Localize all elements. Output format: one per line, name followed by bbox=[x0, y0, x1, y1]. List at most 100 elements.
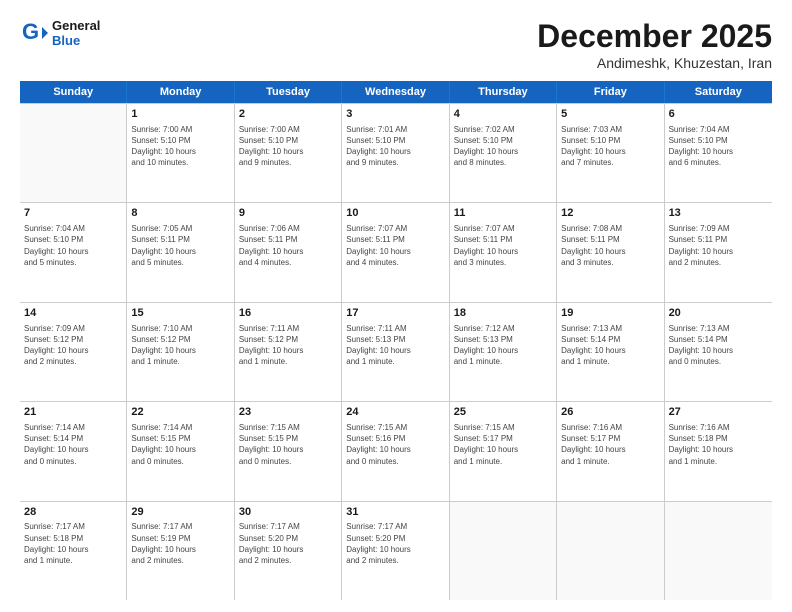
day-number: 22 bbox=[131, 405, 229, 420]
calendar-cell: 3 Sunrise: 7:01 AM Sunset: 5:10 PM Daylig… bbox=[342, 104, 449, 202]
day-info: Sunrise: 7:15 AM Sunset: 5:15 PM Dayligh… bbox=[239, 422, 337, 467]
day-number: 16 bbox=[239, 306, 337, 321]
day-number: 23 bbox=[239, 405, 337, 420]
calendar-cell: 12Sunrise: 7:08 AM Sunset: 5:11 PM Dayli… bbox=[557, 203, 664, 301]
weekday-header-tuesday: Tuesday bbox=[235, 81, 342, 103]
calendar-cell bbox=[665, 502, 772, 600]
title-block: December 2025 Andimeshk, Khuzestan, Iran bbox=[537, 18, 772, 71]
weekday-header-thursday: Thursday bbox=[450, 81, 557, 103]
day-number: 28 bbox=[24, 505, 122, 520]
day-number: 3 bbox=[346, 107, 444, 122]
calendar-row: 1 Sunrise: 7:00 AM Sunset: 5:10 PM Daylig… bbox=[20, 104, 772, 203]
month-title: December 2025 bbox=[537, 18, 772, 55]
calendar-cell: 22 Sunrise: 7:14 AM Sunset: 5:15 PM Dayli… bbox=[127, 402, 234, 500]
calendar-cell: 31Sunrise: 7:17 AM Sunset: 5:20 PM Dayli… bbox=[342, 502, 449, 600]
day-info: Sunrise: 7:09 AM Sunset: 5:12 PM Dayligh… bbox=[24, 323, 122, 368]
weekday-header-monday: Monday bbox=[127, 81, 234, 103]
day-info: Sunrise: 7:11 AM Sunset: 5:12 PM Dayligh… bbox=[239, 323, 337, 368]
day-info: Sunrise: 7:16 AM Sunset: 5:17 PM Dayligh… bbox=[561, 422, 659, 467]
calendar-cell: 20 Sunrise: 7:13 AM Sunset: 5:14 PM Dayli… bbox=[665, 303, 772, 401]
calendar-cell bbox=[450, 502, 557, 600]
calendar-row: 14 Sunrise: 7:09 AM Sunset: 5:12 PM Dayli… bbox=[20, 303, 772, 402]
day-number: 11 bbox=[454, 206, 552, 221]
day-info: Sunrise: 7:05 AM Sunset: 5:11 PM Dayligh… bbox=[131, 223, 229, 268]
calendar-cell: 4Sunrise: 7:02 AM Sunset: 5:10 PM Daylig… bbox=[450, 104, 557, 202]
day-number: 2 bbox=[239, 107, 337, 122]
calendar-cell: 27Sunrise: 7:16 AM Sunset: 5:18 PM Dayli… bbox=[665, 402, 772, 500]
day-number: 30 bbox=[239, 505, 337, 520]
calendar-body: 1 Sunrise: 7:00 AM Sunset: 5:10 PM Daylig… bbox=[20, 103, 772, 600]
day-number: 15 bbox=[131, 306, 229, 321]
day-number: 29 bbox=[131, 505, 229, 520]
day-info: Sunrise: 7:03 AM Sunset: 5:10 PM Dayligh… bbox=[561, 124, 659, 169]
weekday-header-sunday: Sunday bbox=[20, 81, 127, 103]
calendar-cell: 11 Sunrise: 7:07 AM Sunset: 5:11 PM Dayli… bbox=[450, 203, 557, 301]
day-info: Sunrise: 7:15 AM Sunset: 5:17 PM Dayligh… bbox=[454, 422, 552, 467]
day-number: 21 bbox=[24, 405, 122, 420]
calendar-cell bbox=[557, 502, 664, 600]
day-number: 9 bbox=[239, 206, 337, 221]
day-info: Sunrise: 7:07 AM Sunset: 5:11 PM Dayligh… bbox=[454, 223, 552, 268]
location: Andimeshk, Khuzestan, Iran bbox=[537, 55, 772, 71]
day-number: 27 bbox=[669, 405, 768, 420]
calendar-cell: 7Sunrise: 7:04 AM Sunset: 5:10 PM Daylig… bbox=[20, 203, 127, 301]
day-info: Sunrise: 7:15 AM Sunset: 5:16 PM Dayligh… bbox=[346, 422, 444, 467]
day-info: Sunrise: 7:14 AM Sunset: 5:15 PM Dayligh… bbox=[131, 422, 229, 467]
logo-text: General Blue bbox=[52, 18, 100, 48]
day-number: 31 bbox=[346, 505, 444, 520]
day-info: Sunrise: 7:06 AM Sunset: 5:11 PM Dayligh… bbox=[239, 223, 337, 268]
day-number: 6 bbox=[669, 107, 768, 122]
calendar-row: 28Sunrise: 7:17 AM Sunset: 5:18 PM Dayli… bbox=[20, 502, 772, 600]
page: G General Blue December 2025 Andimeshk, … bbox=[0, 0, 792, 612]
calendar-cell: 8 Sunrise: 7:05 AM Sunset: 5:11 PM Daylig… bbox=[127, 203, 234, 301]
calendar-cell: 13 Sunrise: 7:09 AM Sunset: 5:11 PM Dayli… bbox=[665, 203, 772, 301]
day-info: Sunrise: 7:00 AM Sunset: 5:10 PM Dayligh… bbox=[131, 124, 229, 169]
day-number: 26 bbox=[561, 405, 659, 420]
day-number: 8 bbox=[131, 206, 229, 221]
day-number: 10 bbox=[346, 206, 444, 221]
day-number: 5 bbox=[561, 107, 659, 122]
day-info: Sunrise: 7:10 AM Sunset: 5:12 PM Dayligh… bbox=[131, 323, 229, 368]
day-info: Sunrise: 7:12 AM Sunset: 5:13 PM Dayligh… bbox=[454, 323, 552, 368]
day-info: Sunrise: 7:04 AM Sunset: 5:10 PM Dayligh… bbox=[669, 124, 768, 169]
calendar-cell: 1 Sunrise: 7:00 AM Sunset: 5:10 PM Daylig… bbox=[127, 104, 234, 202]
day-number: 7 bbox=[24, 206, 122, 221]
day-number: 19 bbox=[561, 306, 659, 321]
day-info: Sunrise: 7:02 AM Sunset: 5:10 PM Dayligh… bbox=[454, 124, 552, 169]
calendar-cell: 23 Sunrise: 7:15 AM Sunset: 5:15 PM Dayli… bbox=[235, 402, 342, 500]
day-info: Sunrise: 7:01 AM Sunset: 5:10 PM Dayligh… bbox=[346, 124, 444, 169]
calendar-row: 21Sunrise: 7:14 AM Sunset: 5:14 PM Dayli… bbox=[20, 402, 772, 501]
weekday-header-wednesday: Wednesday bbox=[342, 81, 449, 103]
calendar-cell: 26 Sunrise: 7:16 AM Sunset: 5:17 PM Dayli… bbox=[557, 402, 664, 500]
calendar-cell: 16 Sunrise: 7:11 AM Sunset: 5:12 PM Dayli… bbox=[235, 303, 342, 401]
calendar-cell: 15 Sunrise: 7:10 AM Sunset: 5:12 PM Dayli… bbox=[127, 303, 234, 401]
day-info: Sunrise: 7:17 AM Sunset: 5:20 PM Dayligh… bbox=[346, 521, 444, 566]
day-info: Sunrise: 7:17 AM Sunset: 5:19 PM Dayligh… bbox=[131, 521, 229, 566]
calendar-cell: 9 Sunrise: 7:06 AM Sunset: 5:11 PM Daylig… bbox=[235, 203, 342, 301]
day-info: Sunrise: 7:13 AM Sunset: 5:14 PM Dayligh… bbox=[669, 323, 768, 368]
day-info: Sunrise: 7:11 AM Sunset: 5:13 PM Dayligh… bbox=[346, 323, 444, 368]
calendar-header: SundayMondayTuesdayWednesdayThursdayFrid… bbox=[20, 81, 772, 103]
day-number: 1 bbox=[131, 107, 229, 122]
weekday-header-friday: Friday bbox=[557, 81, 664, 103]
calendar-cell: 2 Sunrise: 7:00 AM Sunset: 5:10 PM Daylig… bbox=[235, 104, 342, 202]
day-number: 18 bbox=[454, 306, 552, 321]
day-info: Sunrise: 7:17 AM Sunset: 5:20 PM Dayligh… bbox=[239, 521, 337, 566]
calendar: SundayMondayTuesdayWednesdayThursdayFrid… bbox=[20, 81, 772, 600]
day-number: 13 bbox=[669, 206, 768, 221]
day-info: Sunrise: 7:08 AM Sunset: 5:11 PM Dayligh… bbox=[561, 223, 659, 268]
calendar-cell: 30Sunrise: 7:17 AM Sunset: 5:20 PM Dayli… bbox=[235, 502, 342, 600]
calendar-cell: 6 Sunrise: 7:04 AM Sunset: 5:10 PM Daylig… bbox=[665, 104, 772, 202]
day-info: Sunrise: 7:09 AM Sunset: 5:11 PM Dayligh… bbox=[669, 223, 768, 268]
calendar-cell: 14 Sunrise: 7:09 AM Sunset: 5:12 PM Dayli… bbox=[20, 303, 127, 401]
calendar-cell: 17Sunrise: 7:11 AM Sunset: 5:13 PM Dayli… bbox=[342, 303, 449, 401]
day-info: Sunrise: 7:00 AM Sunset: 5:10 PM Dayligh… bbox=[239, 124, 337, 169]
header: G General Blue December 2025 Andimeshk, … bbox=[20, 18, 772, 71]
day-number: 25 bbox=[454, 405, 552, 420]
logo: G General Blue bbox=[20, 18, 100, 48]
day-info: Sunrise: 7:17 AM Sunset: 5:18 PM Dayligh… bbox=[24, 521, 122, 566]
calendar-cell: 24Sunrise: 7:15 AM Sunset: 5:16 PM Dayli… bbox=[342, 402, 449, 500]
day-number: 20 bbox=[669, 306, 768, 321]
calendar-cell: 19Sunrise: 7:13 AM Sunset: 5:14 PM Dayli… bbox=[557, 303, 664, 401]
day-number: 14 bbox=[24, 306, 122, 321]
